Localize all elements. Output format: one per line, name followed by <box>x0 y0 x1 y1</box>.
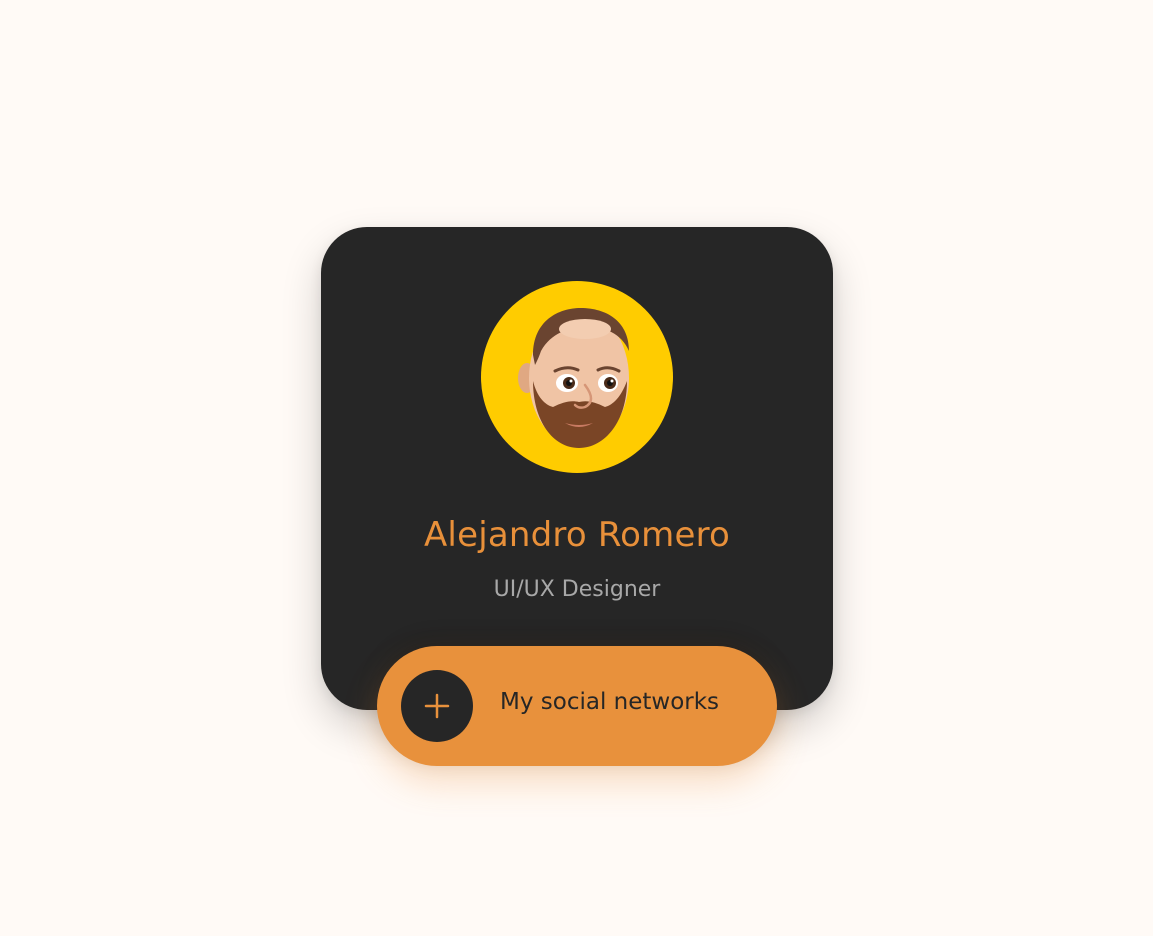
avatar <box>481 281 673 473</box>
plus-button-circle[interactable] <box>401 670 473 742</box>
social-networks-label: My social networks <box>500 689 720 715</box>
avatar-memoji-image <box>518 307 629 448</box>
plus-icon <box>424 693 450 719</box>
profile-role: UI/UX Designer <box>493 577 661 602</box>
profile-name: Alejandro Romero <box>423 515 731 555</box>
profile-card: Alejandro Romero UI/UX Designer <box>321 227 833 710</box>
social-networks-button[interactable]: My social networks <box>377 646 777 766</box>
